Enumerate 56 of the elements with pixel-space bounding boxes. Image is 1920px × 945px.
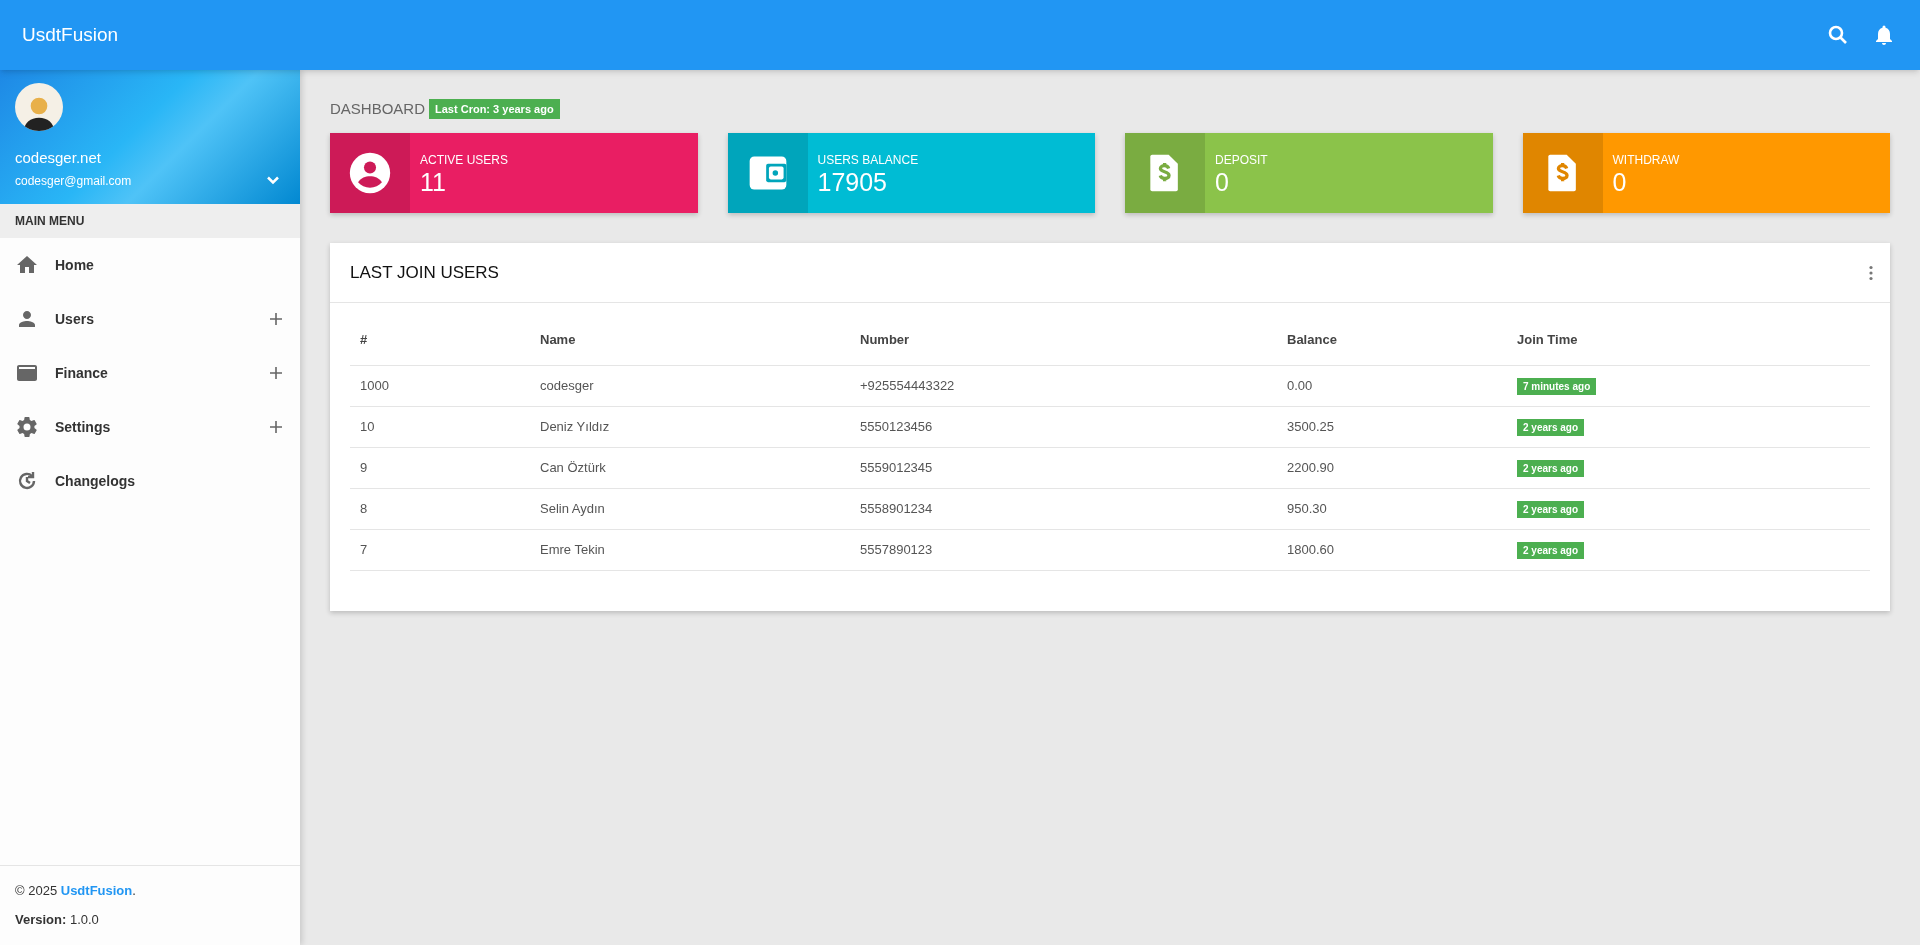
table-cell: 1000 bbox=[360, 377, 389, 393]
table-cell: Emre Tekin bbox=[540, 541, 605, 557]
table-cell: +925554443322 bbox=[860, 377, 955, 393]
column-header: Number bbox=[860, 332, 910, 347]
table-cell: 1800.60 bbox=[1287, 541, 1334, 557]
join-time-badge: 2 years ago bbox=[1517, 500, 1585, 518]
join-time-badge: 2 years ago bbox=[1517, 459, 1585, 477]
stat-label: ACTIVE USERS bbox=[420, 153, 509, 167]
stat-label: WITHDRAW bbox=[1612, 153, 1680, 167]
more-vertical-icon[interactable] bbox=[1868, 264, 1874, 281]
table-cell: 5558901234 bbox=[860, 500, 933, 516]
join-time-badge: 7 minutes ago bbox=[1517, 377, 1597, 395]
table-cell: 5550123456 bbox=[860, 418, 933, 434]
table-cell: codesger bbox=[540, 377, 594, 393]
menu-item[interactable]: Changelogs bbox=[0, 454, 300, 508]
table-cell: 3500.25 bbox=[1287, 418, 1334, 434]
column-header: Name bbox=[540, 332, 576, 347]
stat-value: 0 bbox=[1215, 167, 1230, 197]
card-title: LAST JOIN USERS bbox=[350, 261, 499, 284]
copyright-period: . bbox=[132, 882, 136, 900]
menu-item[interactable]: Settings bbox=[0, 400, 300, 454]
table-cell: 2200.90 bbox=[1287, 459, 1334, 475]
table-cell: 950.30 bbox=[1287, 500, 1327, 516]
stat-value: 11 bbox=[420, 167, 447, 197]
stat-label: DEPOSIT bbox=[1215, 153, 1268, 167]
table-cell: 5557890123 bbox=[860, 541, 933, 557]
menu-item[interactable]: Home bbox=[0, 238, 300, 292]
column-header: # bbox=[360, 332, 368, 347]
table-cell: Selin Aydın bbox=[540, 500, 605, 516]
menu-item[interactable]: Finance bbox=[0, 346, 300, 400]
table-cell: Deniz Yıldız bbox=[540, 418, 610, 434]
join-time-badge: 2 years ago bbox=[1517, 418, 1585, 436]
version-label: Version: bbox=[15, 910, 68, 929]
stat-value: 17905 bbox=[817, 167, 889, 197]
settings-icon bbox=[15, 415, 39, 439]
cron-badge: Last Cron: 3 years ago bbox=[429, 98, 560, 120]
join-time-badge: 2 years ago bbox=[1517, 541, 1585, 559]
column-header: Join Time bbox=[1517, 332, 1578, 347]
table-cell: 5559012345 bbox=[860, 459, 933, 475]
page-title: DASHBOARD bbox=[330, 98, 426, 119]
copyright-text: © 2025 bbox=[15, 882, 59, 900]
menu-heading: MAIN MENU bbox=[15, 213, 85, 230]
column-header: Balance bbox=[1287, 332, 1337, 347]
table-cell: 9 bbox=[360, 459, 368, 475]
profile-email: codesger@gmail.com bbox=[15, 172, 132, 190]
stat-label: USERS BALANCE bbox=[817, 153, 919, 167]
account-circle-icon bbox=[348, 151, 392, 195]
profile-name: codesger.net bbox=[15, 148, 102, 168]
table-cell: 0.00 bbox=[1287, 377, 1313, 393]
table-cell: 10 bbox=[360, 418, 375, 434]
version-number: 1.0.0 bbox=[69, 910, 99, 929]
menu-item[interactable]: Users bbox=[0, 292, 300, 346]
table-cell: 8 bbox=[360, 500, 368, 516]
stat-value: 0 bbox=[1612, 167, 1628, 197]
table-cell: Can Öztürk bbox=[540, 459, 606, 475]
table-cell: 7 bbox=[360, 541, 368, 557]
